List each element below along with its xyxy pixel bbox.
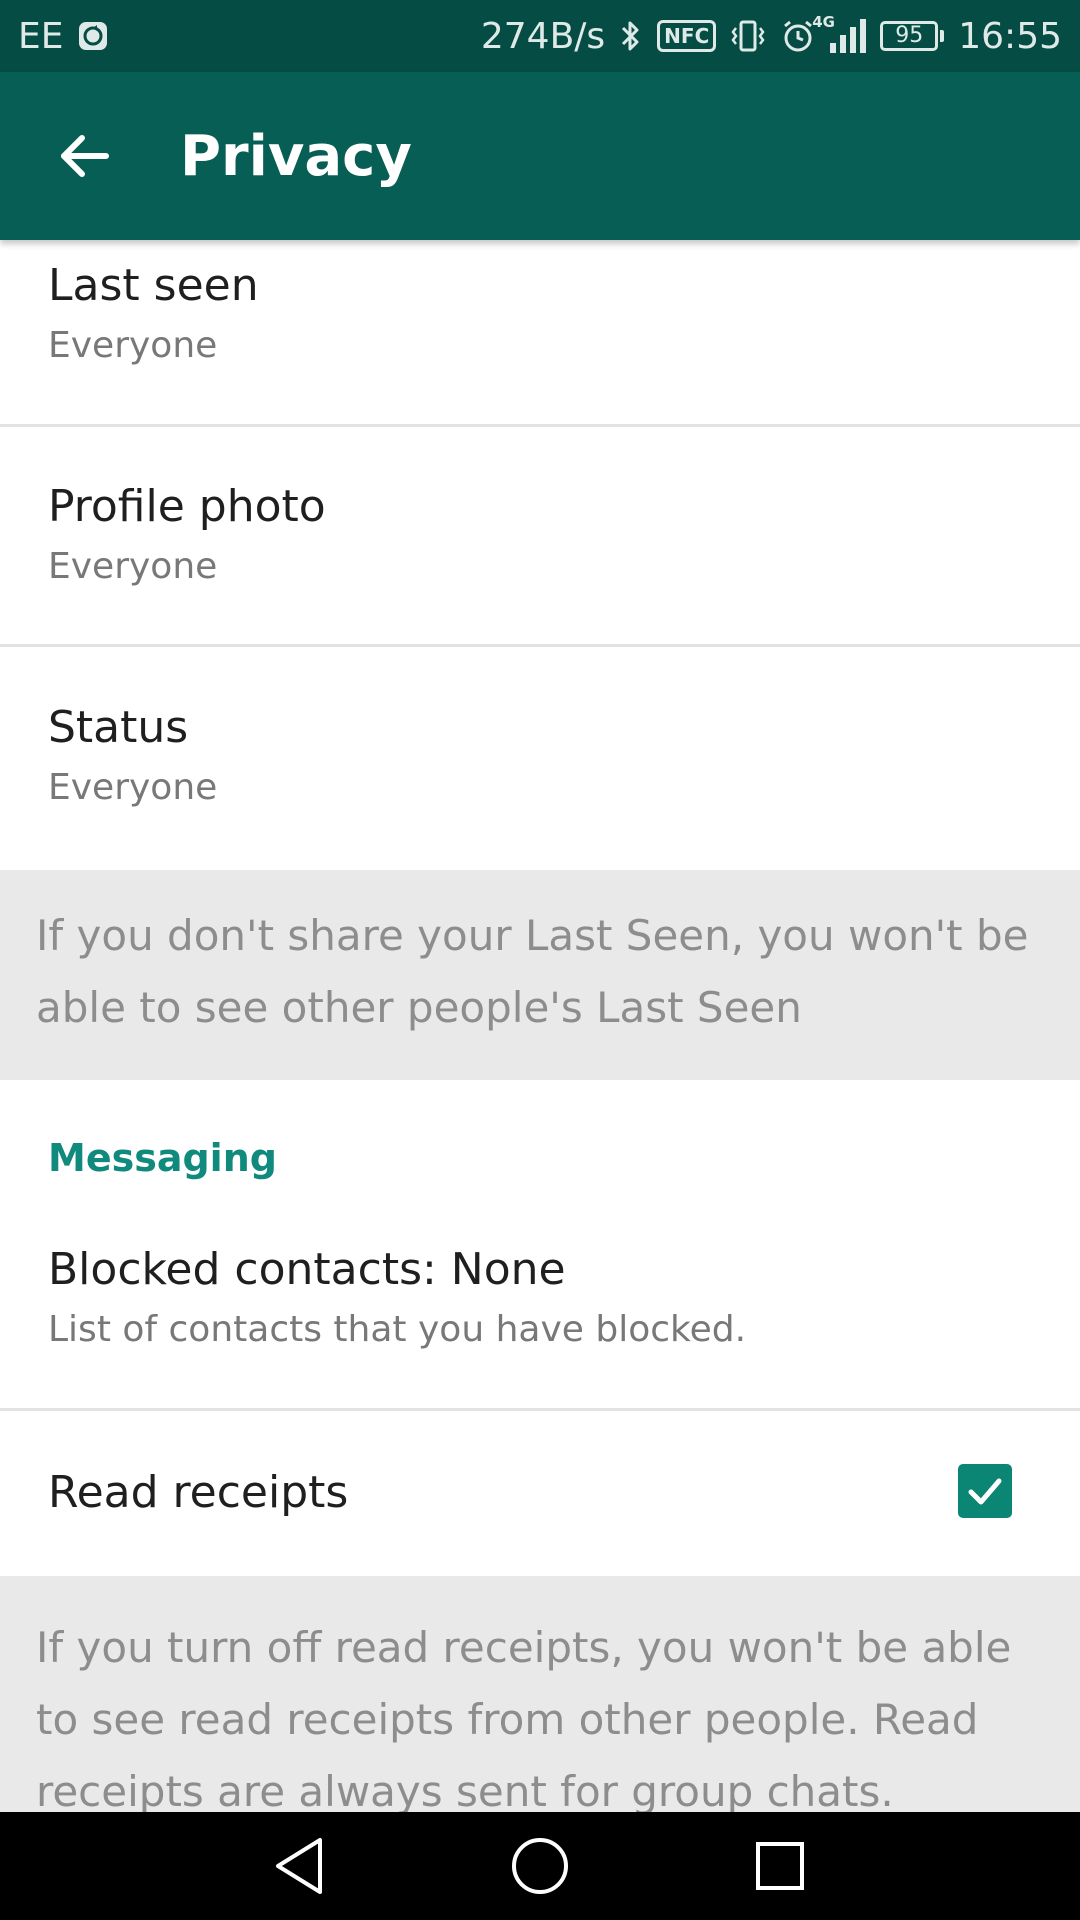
nav-home-button[interactable]	[495, 1821, 585, 1911]
battery-level: 95	[880, 21, 939, 51]
carrier-label: EE	[18, 15, 64, 57]
read-receipts-note: If you turn off read receipts, you won't…	[0, 1576, 1080, 1812]
status-bar: EE 274B/s NFC 4G 95 16:55	[0, 0, 1080, 72]
clock: 16:55	[958, 15, 1062, 57]
setting-title: Read receipts	[48, 1467, 349, 1518]
back-button[interactable]	[48, 120, 120, 192]
vibrate-icon	[730, 18, 766, 54]
divider	[0, 644, 1080, 647]
nav-back-button[interactable]	[255, 1821, 345, 1911]
nav-recents-icon	[756, 1842, 804, 1890]
setting-title: Status	[48, 702, 189, 753]
battery-icon: 95	[880, 21, 945, 51]
read-receipts-checkbox[interactable]	[958, 1464, 1012, 1518]
setting-value: Everyone	[48, 325, 218, 366]
app-bar: Privacy	[0, 72, 1080, 240]
divider	[0, 424, 1080, 427]
last-seen-note: If you don't share your Last Seen, you w…	[0, 870, 1080, 1080]
setting-title: Profile photo	[48, 481, 326, 532]
alarm-icon	[780, 18, 816, 54]
nav-back-icon	[276, 1838, 322, 1894]
status-left: EE	[18, 16, 108, 57]
check-icon	[968, 1478, 1002, 1505]
setting-blocked-contacts[interactable]: Blocked contacts: None List of contacts …	[0, 1242, 1080, 1354]
divider	[0, 1408, 1080, 1411]
setting-read-receipts[interactable]: Read receipts	[0, 1413, 1080, 1573]
status-right: 274B/s NFC 4G 95 16:55	[480, 13, 1062, 57]
settings-list: Last seen Everyone Profile photo Everyon…	[0, 240, 1080, 1812]
signal-icon: 4G	[812, 13, 867, 53]
setting-value: List of contacts that you have blocked.	[48, 1309, 747, 1350]
setting-last-seen[interactable]: Last seen Everyone	[0, 258, 1080, 370]
setting-title: Blocked contacts: None	[48, 1244, 566, 1295]
nfc-icon: NFC	[657, 20, 717, 52]
network-type: 4G	[812, 13, 835, 31]
bluetooth-icon	[619, 18, 643, 54]
setting-value: Everyone	[48, 767, 218, 808]
nav-recents-button[interactable]	[735, 1821, 825, 1911]
nav-home-icon	[512, 1838, 568, 1894]
sync-icon	[78, 21, 108, 51]
navigation-bar	[0, 1812, 1080, 1920]
page-title: Privacy	[180, 123, 412, 189]
net-speed: 274B/s	[480, 15, 606, 57]
setting-profile-photo[interactable]: Profile photo Everyone	[0, 479, 1080, 591]
setting-value: Everyone	[48, 546, 218, 587]
setting-title: Last seen	[48, 260, 259, 311]
setting-status[interactable]: Status Everyone	[0, 700, 1080, 812]
section-header-messaging: Messaging	[48, 1136, 277, 1180]
arrow-left-icon	[61, 135, 109, 177]
